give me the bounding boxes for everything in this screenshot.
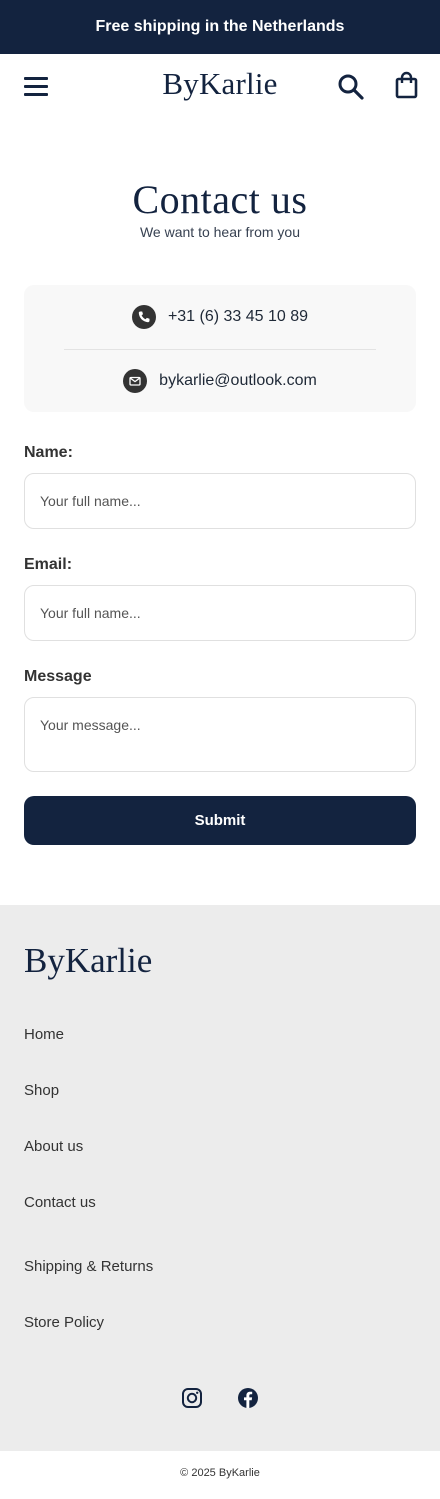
announcement-bar: Free shipping in the Netherlands	[0, 0, 440, 54]
cart-button[interactable]	[393, 71, 421, 101]
announcement-text: Free shipping in the Netherlands	[95, 18, 345, 35]
site-logo[interactable]: ByKarlie	[0, 66, 440, 102]
facebook-link[interactable]	[237, 1387, 259, 1409]
email-row[interactable]: bykarlie@outlook.com	[24, 369, 416, 393]
site-header: ByKarlie	[0, 54, 440, 120]
search-icon	[338, 74, 364, 100]
page-title: Contact us	[132, 177, 308, 222]
message-textarea[interactable]	[24, 697, 416, 772]
footer-link-about[interactable]: About us	[24, 1138, 83, 1155]
instagram-icon	[182, 1388, 202, 1408]
footer-link-store-policy[interactable]: Store Policy	[24, 1314, 104, 1331]
phone-number: +31 (6) 33 45 10 89	[167, 308, 309, 325]
name-input[interactable]	[24, 473, 416, 529]
mail-icon	[123, 369, 148, 393]
phone-icon	[131, 305, 156, 329]
contact-divider	[64, 349, 376, 350]
email-input[interactable]	[24, 585, 416, 641]
contact-info-card: +31 (6) 33 45 10 89 bykarlie@outlook.com	[24, 285, 416, 412]
facebook-icon	[238, 1388, 258, 1408]
name-label: Name:	[24, 444, 73, 461]
shopping-bag-icon	[395, 71, 418, 99]
page-subtitle: We want to hear from you	[139, 224, 301, 240]
footer-link-shop[interactable]: Shop	[24, 1082, 59, 1099]
phone-row[interactable]: +31 (6) 33 45 10 89	[24, 305, 416, 329]
footer-link-home[interactable]: Home	[24, 1026, 64, 1043]
footer-logo[interactable]: ByKarlie	[24, 941, 152, 981]
search-button[interactable]	[336, 72, 366, 102]
submit-button[interactable]: Submit	[24, 796, 416, 845]
email-label: Email:	[24, 556, 73, 573]
site-footer: ByKarlie Home Shop About us Contact us S…	[0, 905, 440, 1451]
footer-link-contact[interactable]: Contact us	[24, 1194, 96, 1211]
message-label: Message	[24, 668, 92, 685]
footer-link-shipping-returns[interactable]: Shipping & Returns	[24, 1258, 153, 1275]
copyright-text: © 2025 ByKarlie	[180, 1467, 260, 1479]
instagram-link[interactable]	[181, 1387, 203, 1409]
email-address: bykarlie@outlook.com	[159, 372, 317, 389]
